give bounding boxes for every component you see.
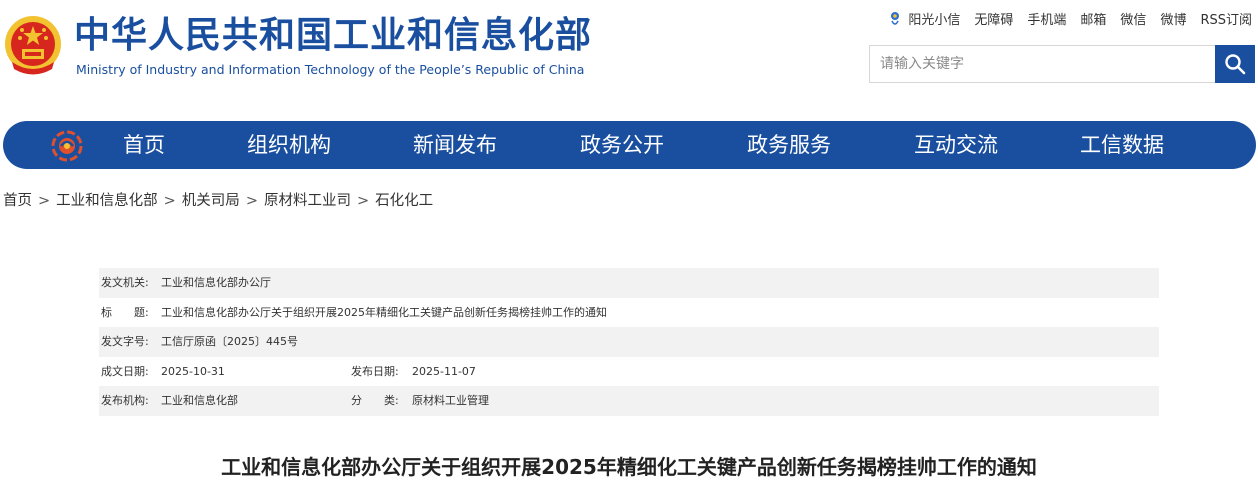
sun-icon [891, 11, 900, 25]
search-icon [1225, 54, 1246, 75]
nav-news[interactable]: 新闻发布 [413, 121, 497, 169]
link-sunshine[interactable]: 阳光小信 [908, 9, 960, 28]
meta-label: 发文字号: [101, 335, 149, 348]
document-title: 工业和信息化部办公厅关于组织开展2025年精细化工关键产品创新任务揭榜挂帅工作的… [221, 455, 1037, 479]
nav-organization[interactable]: 组织机构 [247, 121, 331, 169]
nav-home[interactable]: 首页 [123, 121, 165, 169]
breadcrumb-separator: > [38, 193, 51, 209]
meta-row-dates: 成文日期: 2025-10-31 发布日期: 2025-11-07 [99, 357, 1159, 387]
site-title-chinese[interactable]: 中华人民共和国工业和信息化部 [74, 14, 592, 58]
link-weibo[interactable]: 微博 [1160, 9, 1186, 28]
breadcrumb-separator: > [163, 193, 176, 209]
breadcrumb-separator: > [245, 193, 258, 209]
search-box [869, 45, 1255, 83]
meta-created-date: 2025-10-31 [161, 364, 225, 378]
nav-government-services[interactable]: 政务服务 [747, 121, 831, 169]
link-accessibility[interactable]: 无障碍 [974, 9, 1013, 28]
link-mobile[interactable]: 手机端 [1027, 9, 1066, 28]
national-emblem-icon[interactable] [2, 14, 64, 78]
breadcrumb-home[interactable]: 首页 [3, 193, 32, 209]
meta-label: 发布机构: [101, 394, 149, 407]
nav-interaction[interactable]: 互动交流 [914, 121, 998, 169]
link-rss[interactable]: RSS订阅 [1200, 9, 1252, 28]
meta-row-title: 标 题: 工业和信息化部办公厅关于组织开展2025年精细化工关键产品创新任务揭榜… [99, 298, 1159, 328]
nav-government-affairs[interactable]: 政务公开 [580, 121, 664, 169]
search-input[interactable] [870, 46, 1216, 82]
meta-label: 发文机关: [101, 276, 149, 289]
breadcrumb-departments[interactable]: 机关司局 [182, 193, 240, 209]
meta-row-doc-number: 发文字号: 工信厅原函〔2025〕445号 [99, 327, 1159, 357]
meta-issuer: 工业和信息化部办公厅 [161, 276, 271, 289]
meta-label: 分 类: [351, 394, 399, 407]
breadcrumb: 首页 > 工业和信息化部 > 机关司局 > 原材料工业司 > 石化化工 [3, 189, 433, 210]
meta-label: 发布日期: [351, 364, 399, 378]
site-header: 中华人民共和国工业和信息化部 Ministry of Industry and … [0, 0, 1258, 110]
breadcrumb-raw-materials[interactable]: 原材料工业司 [264, 193, 351, 209]
breadcrumb-ministry[interactable]: 工业和信息化部 [56, 193, 158, 209]
breadcrumb-petrochemical[interactable]: 石化化工 [375, 193, 433, 209]
meta-publishing-org: 工业和信息化部 [161, 394, 238, 407]
top-links: 阳光小信 无障碍 手机端 邮箱 微信 微博 RSS订阅 [888, 9, 1252, 28]
nav-logo-icon[interactable] [51, 130, 83, 162]
breadcrumb-separator: > [356, 193, 370, 209]
meta-doc-number: 工信厅原函〔2025〕445号 [161, 335, 298, 348]
nav-data[interactable]: 工信数据 [1080, 121, 1164, 169]
document-metadata: 发文机关: 工业和信息化部办公厅 标 题: 工业和信息化部办公厅关于组织开展20… [99, 268, 1159, 416]
meta-row-issuer: 发文机关: 工业和信息化部办公厅 [99, 268, 1159, 298]
search-button[interactable] [1215, 45, 1255, 83]
meta-category: 原材料工业管理 [412, 394, 489, 407]
main-nav: 首页 组织机构 新闻发布 政务公开 政务服务 互动交流 工信数据 [3, 121, 1256, 169]
site-title-english[interactable]: Ministry of Industry and Information Tec… [76, 62, 584, 77]
link-mailbox[interactable]: 邮箱 [1080, 9, 1106, 28]
meta-published-date: 2025-11-07 [412, 364, 476, 378]
meta-label: 标 题: [101, 305, 149, 319]
meta-label: 成文日期: [101, 364, 149, 378]
meta-row-org: 发布机构: 工业和信息化部 分 类: 原材料工业管理 [99, 386, 1159, 416]
link-wechat[interactable]: 微信 [1120, 9, 1146, 28]
meta-title: 工业和信息化部办公厅关于组织开展2025年精细化工关键产品创新任务揭榜挂帅工作的… [161, 305, 607, 319]
